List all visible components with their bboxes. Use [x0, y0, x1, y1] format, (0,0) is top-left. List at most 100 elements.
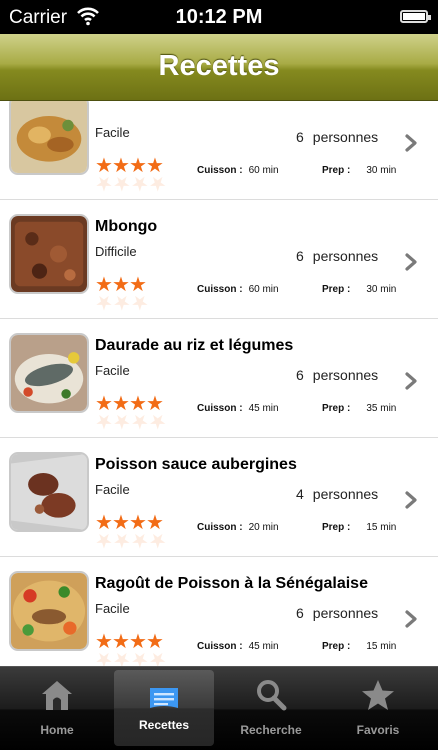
recipe-name: Ragoût de Poisson à la Sénégalaise	[95, 575, 368, 592]
chevron-right-icon	[405, 134, 417, 152]
prep-time-value: 30 min	[366, 284, 397, 295]
cooking-time-label: Cuisson :	[197, 522, 243, 533]
recipe-photo-image	[11, 454, 87, 530]
rating-reflection: ★★★★	[95, 648, 167, 666]
tab-favoris-label: Favoris	[356, 723, 400, 737]
recipe-servings: 6 personnes	[296, 248, 378, 264]
status-time: 10:12 PM	[175, 6, 263, 28]
page-title: Recettes	[158, 50, 280, 82]
recipe-servings: 6 personnes	[296, 129, 378, 145]
servings-count: 6	[296, 129, 304, 145]
servings-unit: personnes	[312, 248, 379, 264]
chevron-right-icon	[405, 253, 417, 271]
cooking-time: Cuisson : 45 min	[197, 641, 279, 652]
phone-screen: Carrier 10:12 PM Recettes Facile 6 personn…	[0, 0, 438, 750]
tab-recherche[interactable]: Recherche	[221, 667, 321, 750]
tab-recettes[interactable]: Recettes	[114, 670, 214, 746]
recipe-list[interactable]: Facile 6 personnes ★★★★ ★★★★ Cuisson :60 min P…	[0, 101, 438, 666]
rating-stars: ★★★★ ★★★★	[95, 632, 167, 666]
recipe-servings: 6 personnes	[296, 367, 378, 383]
rating-reflection: ★★★	[95, 291, 149, 313]
cooking-time: Cuisson : 60 min	[197, 284, 279, 295]
prep-time-value: 30 min	[366, 165, 397, 176]
recipe-photo-image	[11, 101, 87, 173]
cooking-time-value: 45 min	[248, 641, 279, 652]
rating-reflection: ★★★★	[95, 410, 167, 432]
rating-reflection: ★★★★	[95, 172, 167, 194]
search-icon	[257, 680, 287, 711]
recipe-name: Daurade au riz et légumes	[95, 337, 294, 354]
prep-time-value: 35 min	[366, 403, 397, 414]
recipe-photo	[9, 214, 89, 294]
rating-stars: ★★★ ★★★	[95, 275, 149, 313]
recipe-photo	[9, 333, 89, 413]
prep-time-value: 15 min	[366, 641, 397, 652]
rating-stars: ★★★★ ★★★★	[95, 394, 167, 432]
recipe-servings: 6 personnes	[296, 605, 378, 621]
rating-reflection: ★★★★	[95, 529, 167, 551]
servings-unit: personnes	[312, 367, 379, 383]
recipe-photo-image	[11, 216, 87, 292]
cooking-time-label: Cuisson :	[197, 641, 243, 652]
tab-recettes-label: Recettes	[138, 718, 190, 732]
servings-unit: personnes	[312, 486, 379, 502]
prep-time: Prep : 15 min	[322, 641, 396, 652]
prep-time-label: Prep :	[322, 641, 351, 652]
prep-time-value: 15 min	[366, 522, 397, 533]
recipe-difficulty: Facile	[95, 601, 130, 616]
recipe-difficulty: Facile	[95, 482, 130, 497]
chevron-right-icon	[405, 610, 417, 628]
prep-time-label: Prep :	[322, 165, 351, 176]
cooking-time-label: Cuisson :	[197, 165, 243, 176]
servings-count: 6	[296, 605, 304, 621]
home-icon	[42, 681, 72, 710]
prep-time-label: Prep :	[322, 403, 351, 414]
tab-bar: Home Recettes Recherche Favoris	[0, 666, 438, 750]
recipe-servings: 4 personnes	[296, 486, 378, 502]
tab-home-label: Home	[40, 723, 74, 737]
status-bar: Carrier 10:12 PM	[0, 0, 438, 34]
recipe-name: Mbongo	[95, 218, 158, 235]
recipe-row[interactable]: Mbongo Difficile 6 personnes ★★★ ★★★ Cuisson :…	[0, 200, 438, 319]
servings-count: 6	[296, 367, 304, 383]
rating-stars: ★★★★ ★★★★	[95, 513, 167, 551]
prep-time: Prep : 30 min	[322, 284, 396, 295]
servings-unit: personnes	[312, 605, 379, 621]
recipe-difficulty: Facile	[95, 363, 130, 378]
recipe-photo	[9, 101, 89, 175]
cooking-time-value: 45 min	[248, 403, 279, 414]
cooking-time-value: 60 min	[248, 165, 279, 176]
chevron-right-icon	[405, 372, 417, 390]
recipe-row[interactable]: Facile 6 personnes ★★★★ ★★★★ Cuisson : 60 min P…	[0, 101, 438, 200]
recipe-row[interactable]: Ragoût de Poisson à la Sénégalaise Facile…	[0, 557, 438, 666]
cooking-time: Cuisson : 20 min	[197, 522, 279, 533]
prep-time: Prep : 35 min	[322, 403, 396, 414]
prep-time-label: Prep :	[322, 522, 351, 533]
recipe-row[interactable]: Daurade au riz et légumes Facile 6 personne…	[0, 319, 438, 438]
rating-stars: ★★★★ ★★★★	[95, 156, 167, 194]
recipes-icon	[150, 688, 178, 708]
tab-recherche-label: Recherche	[240, 723, 302, 737]
recipe-photo	[9, 571, 89, 651]
cooking-time: Cuisson : 45 min	[197, 403, 279, 414]
tab-favoris[interactable]: Favoris	[328, 667, 428, 750]
cooking-time-label: Cuisson :	[197, 403, 243, 414]
cooking-time: Cuisson : 60 min	[197, 165, 279, 176]
recipe-photo	[9, 452, 89, 532]
prep-time: Prep : 30 min	[322, 165, 396, 176]
servings-count: 6	[296, 248, 304, 264]
recipe-photo-image	[11, 335, 87, 411]
star-icon	[362, 680, 394, 710]
recipe-name: Poisson sauce aubergines	[95, 456, 297, 473]
recipe-difficulty: Facile	[95, 125, 130, 140]
cooking-time-value: 20 min	[248, 522, 279, 533]
battery-icon	[400, 10, 431, 23]
servings-count: 4	[296, 486, 304, 502]
cooking-time-label: Cuisson :	[197, 284, 243, 295]
recipe-row[interactable]: Poisson sauce aubergines Facile 4 personnes…	[0, 438, 438, 557]
recipe-photo-image	[11, 573, 87, 649]
prep-time: Prep : 15 min	[322, 522, 396, 533]
navigation-bar: Recettes	[0, 34, 438, 101]
cooking-time-value: 60 min	[248, 284, 279, 295]
tab-home[interactable]: Home	[7, 667, 107, 750]
